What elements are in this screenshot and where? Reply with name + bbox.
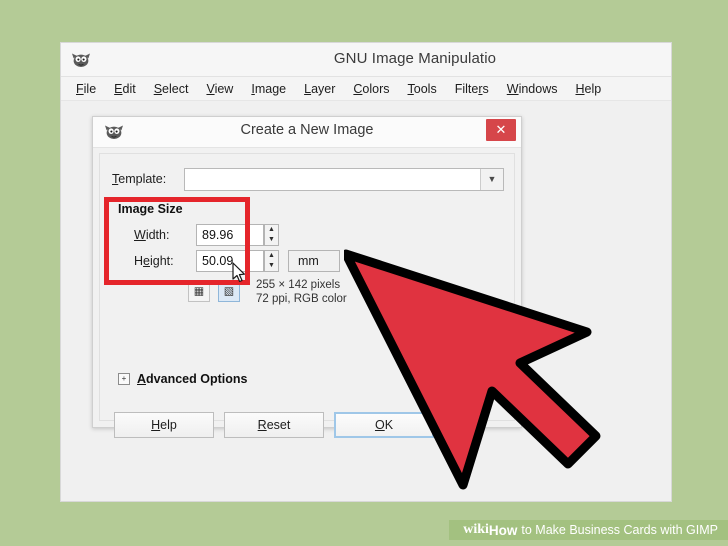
landscape-glyph: ▧ <box>223 285 235 298</box>
gimp-window-title: GNU Image Manipulatio <box>333 50 497 67</box>
width-stepper-down-icon[interactable]: ▼ <box>265 235 278 245</box>
portrait-glyph: ▦ <box>193 285 205 298</box>
create-new-image-dialog: Create a New Image ✕ Template: ▼ Image S… <box>92 116 522 438</box>
watermark-title-text: to Make Business Cards with GIMP <box>521 523 718 537</box>
width-label: Width: <box>134 228 170 242</box>
dialog-body: Template: ▼ Image Size Width: 89.96 ▲ ▼ … <box>99 153 515 438</box>
reset-button[interactable]: Reset <box>224 412 324 438</box>
dialog-title: Create a New Image <box>240 122 374 138</box>
advanced-options-expander[interactable]: + Advanced Options <box>118 372 247 386</box>
menu-item-colors[interactable]: Colors <box>344 80 398 98</box>
template-label: Template: <box>112 172 167 186</box>
chevron-down-icon[interactable]: ▼ <box>480 169 503 190</box>
image-size-group: Image Size Width: 89.96 ▲ ▼ Height: 50.0… <box>112 202 504 342</box>
gimp-menu-bar: File Edit Select View Image Layer Colors… <box>61 77 671 101</box>
template-combobox[interactable]: ▼ <box>184 168 504 191</box>
height-input[interactable]: 50.09 <box>196 250 264 272</box>
plus-icon[interactable]: + <box>118 373 130 385</box>
orientation-row: ▦ ▧ 255 × 142 pixels 72 ppi, RGB color <box>188 278 488 312</box>
wikihow-watermark: wiki How to Make Business Cards with GIM… <box>449 520 728 540</box>
close-icon[interactable]: ✕ <box>486 119 516 141</box>
height-label: Height: <box>134 254 174 268</box>
menu-item-file[interactable]: File <box>67 80 105 98</box>
menu-item-view[interactable]: View <box>197 80 242 98</box>
advanced-options-label: Advanced Options <box>137 372 248 386</box>
menu-item-edit[interactable]: Edit <box>105 80 145 98</box>
height-stepper[interactable]: ▲ ▼ <box>264 250 279 272</box>
template-row: Template: ▼ <box>112 168 504 192</box>
dialog-button-row: Help Reset OK <box>114 412 504 438</box>
menu-item-layer[interactable]: Layer <box>295 80 344 98</box>
width-value: 89.96 <box>202 228 234 242</box>
unit-combobox-value: mm <box>298 254 319 268</box>
help-button[interactable]: Help <box>114 412 214 438</box>
menu-item-tools[interactable]: Tools <box>399 80 446 98</box>
width-input[interactable]: 89.96 <box>196 224 264 246</box>
height-stepper-down-icon[interactable]: ▼ <box>265 261 278 271</box>
menu-item-windows[interactable]: Windows <box>498 80 567 98</box>
watermark-how-text: How <box>488 522 518 538</box>
height-stepper-up-icon[interactable]: ▲ <box>265 251 278 261</box>
portrait-orientation-icon[interactable]: ▦ <box>188 280 210 302</box>
unit-combobox[interactable]: mm <box>288 250 340 272</box>
ok-button[interactable]: OK <box>334 412 434 438</box>
dialog-title-bar: Create a New Image ✕ <box>93 117 521 148</box>
image-size-info-pixels: 255 × 142 pixels <box>256 279 341 291</box>
gimp-title-bar: GNU Image Manipulatio <box>61 43 671 77</box>
landscape-orientation-icon[interactable]: ▧ <box>218 280 240 302</box>
menu-item-filters[interactable]: Filters <box>446 80 498 98</box>
width-stepper-up-icon[interactable]: ▲ <box>265 225 278 235</box>
width-stepper[interactable]: ▲ ▼ <box>264 224 279 246</box>
menu-item-select[interactable]: Select <box>145 80 198 98</box>
image-size-info-resolution: 72 ppi, RGB color <box>256 293 347 305</box>
menu-item-image[interactable]: Image <box>242 80 295 98</box>
image-size-legend: Image Size <box>118 202 183 216</box>
image-size-info: 255 × 142 pixels 72 ppi, RGB color <box>256 278 347 306</box>
watermark-wiki-text: wiki <box>463 522 489 537</box>
menu-item-help[interactable]: Help <box>566 80 610 98</box>
height-value: 50.09 <box>202 254 234 268</box>
